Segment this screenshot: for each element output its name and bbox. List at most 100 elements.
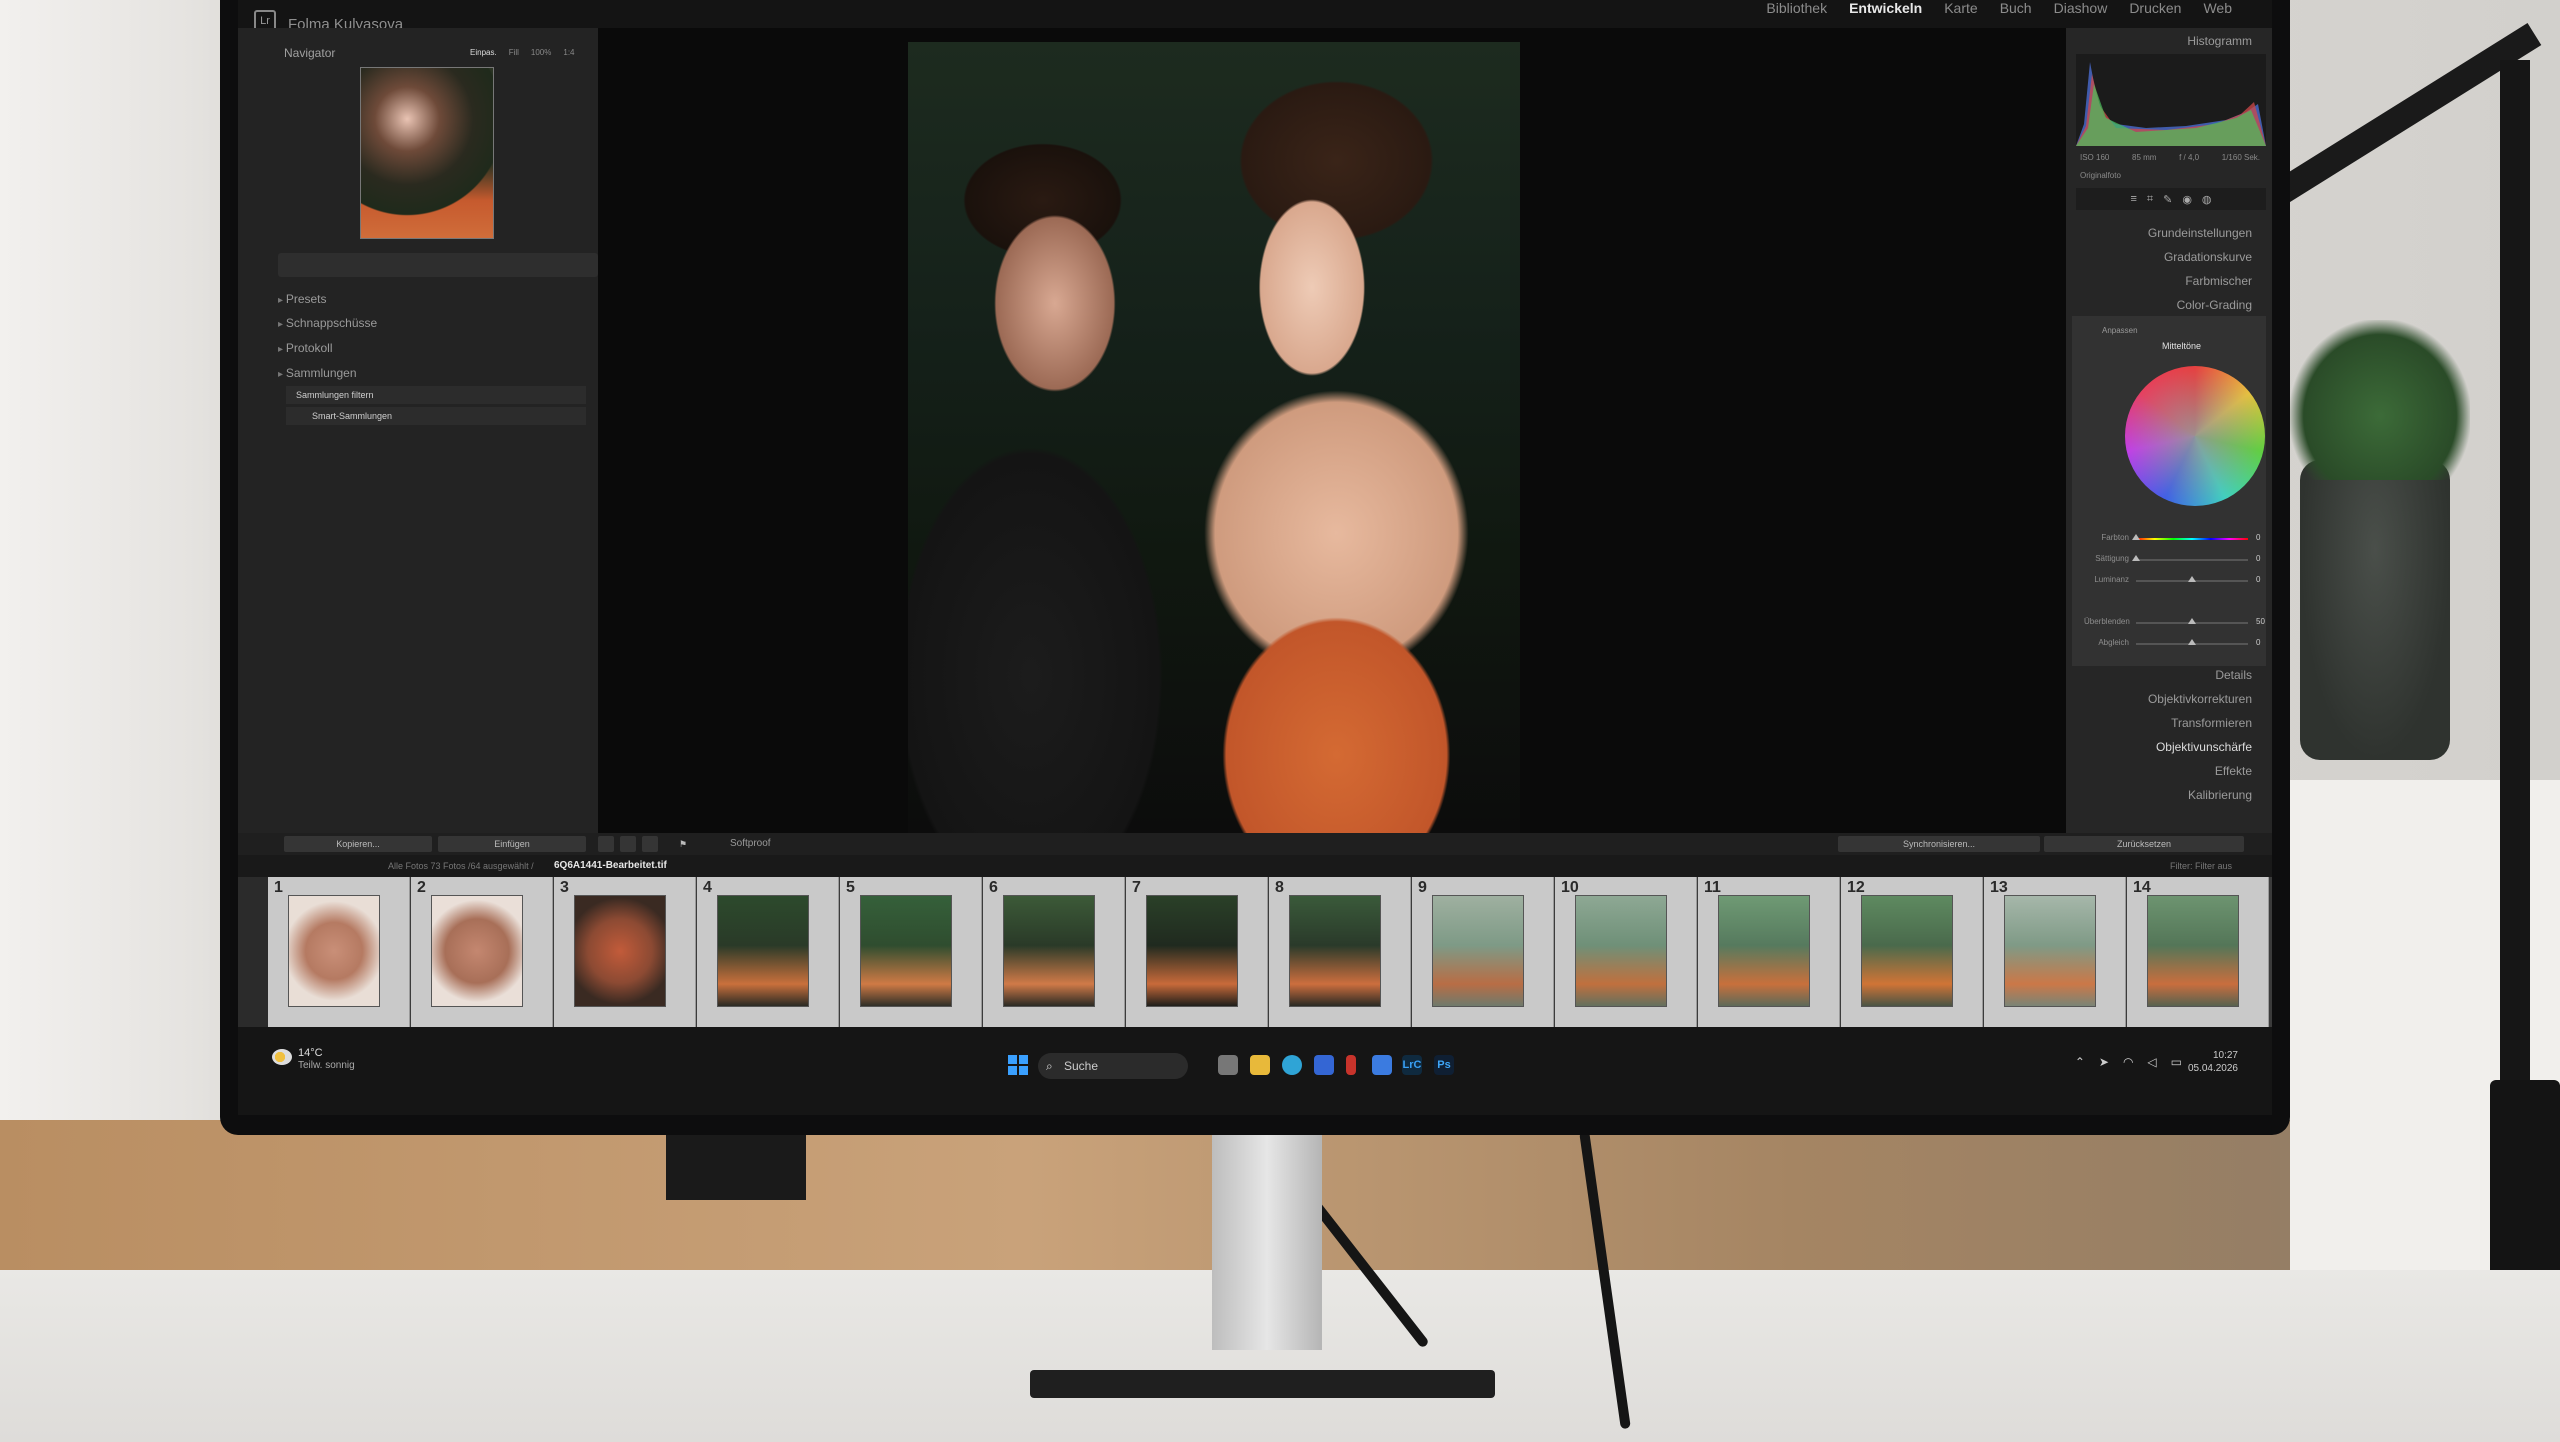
zoom-100[interactable]: 100%	[531, 48, 551, 57]
filmstrip-cell[interactable]: 11	[1698, 877, 1840, 1027]
navigator-preview[interactable]	[360, 67, 494, 239]
edge-browser-icon[interactable]	[1282, 1055, 1302, 1075]
panel-gradationskurve[interactable]: Gradationskurve	[2164, 250, 2252, 264]
slider-track[interactable]	[2136, 618, 2248, 624]
filmstrip-cell[interactable]: 1	[268, 877, 410, 1027]
chevron-up-icon[interactable]: ⌃	[2075, 1055, 2085, 1069]
view-split-icon[interactable]	[642, 836, 658, 852]
filmstrip-cell[interactable]: 6	[983, 877, 1125, 1027]
filmstrip-thumbnail[interactable]	[288, 895, 380, 1007]
module-drucken[interactable]: Drucken	[2129, 0, 2181, 16]
module-bibliothek[interactable]: Bibliothek	[1766, 0, 1827, 16]
clock[interactable]: 10:27 05.04.2026	[2188, 1049, 2238, 1075]
zoom-fit[interactable]: Einpas.	[470, 48, 497, 57]
edit-sliders-icon[interactable]: ≡	[2130, 193, 2136, 205]
wifi-icon[interactable]: ◠	[2123, 1055, 2133, 1069]
filmstrip-thumbnail[interactable]	[574, 895, 666, 1007]
slider-value[interactable]: 50	[2256, 617, 2265, 626]
mask-icon[interactable]: ◍	[2202, 193, 2212, 206]
filmstrip-cell[interactable]: 12	[1841, 877, 1983, 1027]
snapshots-section[interactable]: Schnappschüsse	[278, 316, 377, 330]
slider-track[interactable]	[2132, 555, 2248, 561]
softproof-toggle[interactable]: Softproof	[730, 838, 771, 849]
panel-farbmischer[interactable]: Farbmischer	[2185, 274, 2252, 288]
volume-icon[interactable]: ◁	[2147, 1055, 2156, 1069]
battery-icon[interactable]: ▭	[2171, 1055, 2182, 1069]
midtones-color-wheel[interactable]	[2125, 366, 2265, 506]
filmstrip-thumbnail[interactable]	[1432, 895, 1524, 1007]
filmstrip-cell[interactable]: 10	[1555, 877, 1697, 1027]
filmstrip-thumbnail[interactable]	[717, 895, 809, 1007]
view-single-icon[interactable]	[598, 836, 614, 852]
task-view-icon[interactable]	[1218, 1055, 1238, 1075]
history-section[interactable]: Protokoll	[278, 341, 333, 355]
crop-icon[interactable]: ⌗	[2147, 193, 2153, 206]
zoom-fill[interactable]: Fill	[509, 48, 519, 57]
filmstrip-cell[interactable]: 3	[554, 877, 696, 1027]
slider-handle[interactable]	[2132, 534, 2140, 540]
filmstrip-thumbnail[interactable]	[2147, 895, 2239, 1007]
module-entwickeln[interactable]: Entwickeln	[1849, 0, 1922, 16]
slider-handle[interactable]	[2188, 618, 2196, 624]
filmstrip-cell[interactable]: 5	[840, 877, 982, 1027]
module-buch[interactable]: Buch	[2000, 0, 2032, 16]
filmstrip-thumbnail[interactable]	[860, 895, 952, 1007]
windows-start-icon[interactable]	[1008, 1055, 1028, 1075]
filmstrip-cell[interactable]: 13	[1984, 877, 2126, 1027]
flag-icon[interactable]: ⚑	[678, 836, 688, 852]
redeye-icon[interactable]: ◉	[2182, 193, 2192, 206]
panel-kalibrierung[interactable]: Kalibrierung	[2188, 788, 2252, 802]
slider-track[interactable]	[2136, 639, 2248, 645]
module-diashow[interactable]: Diashow	[2054, 0, 2108, 16]
weather-description[interactable]: Teilw. sonnig	[298, 1060, 355, 1071]
sync-button[interactable]: Synchronisieren...	[1838, 836, 2040, 852]
collections-section[interactable]: Sammlungen	[278, 366, 357, 380]
red-app-icon[interactable]	[1346, 1055, 1356, 1075]
histogram-header[interactable]: Histogramm	[2187, 34, 2252, 48]
filmstrip-cell[interactable]: 2	[411, 877, 553, 1027]
filmstrip-thumbnail[interactable]	[1146, 895, 1238, 1007]
location-icon[interactable]: ➤	[2099, 1055, 2109, 1069]
file-explorer-icon[interactable]	[1250, 1055, 1270, 1075]
filmstrip-cell[interactable]: 4	[697, 877, 839, 1027]
filmstrip-cell[interactable]: 8	[1269, 877, 1411, 1027]
panel-color-grading[interactable]: Color-Grading	[2177, 298, 2252, 312]
navigator-header[interactable]: Navigator	[284, 46, 335, 60]
slider-track[interactable]	[2136, 576, 2248, 582]
lightroom-taskbar-icon[interactable]: LrC	[1402, 1055, 1422, 1075]
filmstrip-cell[interactable]: 9	[1412, 877, 1554, 1027]
panel-grundeinstellungen[interactable]: Grundeinstellungen	[2148, 226, 2252, 240]
weather-icon[interactable]	[272, 1049, 292, 1065]
collections-filter[interactable]: Sammlungen filtern	[286, 386, 586, 404]
slider-value[interactable]: 0	[2256, 554, 2260, 563]
presets-section[interactable]: Presets	[278, 292, 327, 306]
view-compare-icon[interactable]	[620, 836, 636, 852]
filmstrip-thumbnail[interactable]	[1718, 895, 1810, 1007]
slider-value[interactable]: 0	[2256, 638, 2260, 647]
filter-label[interactable]: Filter: Filter aus	[2170, 861, 2232, 871]
filmstrip-thumbnail[interactable]	[2004, 895, 2096, 1007]
panel-transformieren[interactable]: Transformieren	[2171, 716, 2252, 730]
calendar-icon[interactable]	[1372, 1055, 1392, 1075]
slider-track[interactable]	[2132, 534, 2248, 540]
paste-button[interactable]: Einfügen	[438, 836, 586, 852]
zoom-quarter[interactable]: 1:4	[563, 48, 574, 57]
slider-handle[interactable]	[2132, 555, 2140, 561]
filmstrip-cell[interactable]: 7	[1126, 877, 1268, 1027]
main-photo[interactable]	[908, 42, 1520, 834]
app-icon[interactable]	[1314, 1055, 1334, 1075]
slider-handle[interactable]	[2188, 639, 2196, 645]
slider-value[interactable]: 0	[2256, 575, 2260, 584]
original-photo-checkbox[interactable]: Originalfoto	[2080, 171, 2121, 180]
filmstrip-thumbnail[interactable]	[1575, 895, 1667, 1007]
taskbar-search[interactable]: ⌕ Suche	[1038, 1053, 1188, 1079]
weather-temperature[interactable]: 14°C	[298, 1047, 323, 1059]
module-web[interactable]: Web	[2203, 0, 2232, 16]
slider-value[interactable]: 0	[2256, 533, 2260, 542]
heal-icon[interactable]: ✎	[2163, 193, 2172, 206]
photoshop-taskbar-icon[interactable]: Ps	[1434, 1055, 1454, 1075]
smart-collections[interactable]: Smart-Sammlungen	[286, 407, 586, 425]
filmstrip-thumbnail[interactable]	[1861, 895, 1953, 1007]
module-karte[interactable]: Karte	[1944, 0, 1977, 16]
panel-objektivkorrekturen[interactable]: Objektivkorrekturen	[2148, 692, 2252, 706]
